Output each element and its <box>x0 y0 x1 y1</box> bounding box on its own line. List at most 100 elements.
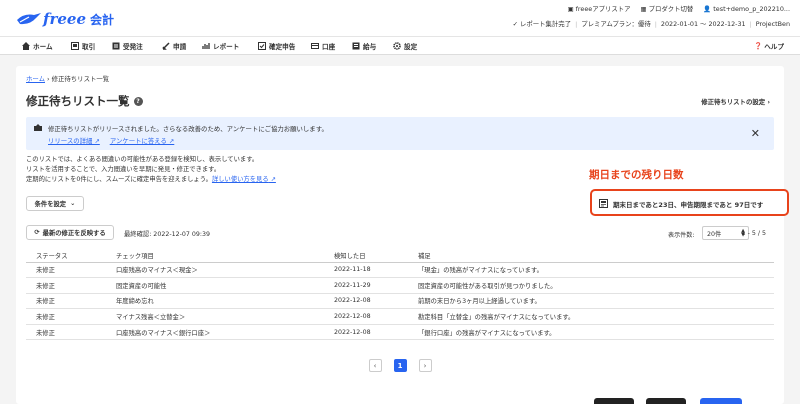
cell-check-item: マイナス残高＜立替金＞ <box>106 308 324 325</box>
table-row[interactable]: 未修正 固定資産の可能性 2022-11-29 固定資産の可能性がある取引が見つ… <box>26 277 774 294</box>
gear-icon <box>393 42 401 50</box>
table-row[interactable]: 未修正 マイナス残高＜立替金＞ 2022-12-08 勘定科目「立替金」の残高が… <box>26 308 774 325</box>
order-icon <box>112 42 120 50</box>
brand-name: freee <box>43 10 86 28</box>
store-icon: ▣ <box>567 4 574 13</box>
cell-detected-date: 2022-11-29 <box>324 277 408 294</box>
company-name[interactable]: ProjectBen <box>756 20 790 28</box>
release-notice: 修正待ちリストがリリースされました。さらなる改善のため、アンケートにご協力お願い… <box>26 117 774 150</box>
release-details-label: リリースの詳細 <box>48 137 93 145</box>
description: このリストでは、よくある間違いの可能性がある登録を検知し、表示しています。 リス… <box>26 155 276 185</box>
reflect-latest-button[interactable]: ⟳ 最新の修正を反映する <box>26 225 114 240</box>
deadline-text: 期末日まであと23日、申告期限まであと 97日です <box>613 201 764 209</box>
cell-note: 前期の末日から3ヶ月以上経過しています。 <box>408 293 774 310</box>
header-note: 補足 <box>408 249 774 263</box>
release-details-link[interactable]: リリースの詳細 ↗ <box>48 136 100 145</box>
table-row[interactable]: 未修正 年度締め忘れ 2022-12-08 前期の末日から3ヶ月以上経過していま… <box>26 293 774 310</box>
description-text: 定期的にリストを0件にし、スムーズに確定申告を迎えましょう。 <box>26 176 212 183</box>
switch-product-link[interactable]: ▦ プロダクト切替 <box>640 4 694 14</box>
cell-status: 未修正 <box>26 324 106 341</box>
cell-status: 未修正 <box>26 308 106 325</box>
table-header-row: ステータス チェック項目 検知した日 補足 <box>26 249 774 263</box>
breadcrumb-home[interactable]: ホーム <box>26 75 45 83</box>
transaction-icon <box>71 42 79 50</box>
nav-item-home[interactable]: ホーム <box>22 41 53 51</box>
separator: | <box>749 19 752 28</box>
freee-logo[interactable]: freee 会計 <box>16 10 114 28</box>
bottom-badge <box>594 398 634 404</box>
survey-link[interactable]: アンケートに答える ↗ <box>110 136 174 145</box>
top-links: ▣ freeeアプリストア ▦ プロダクト切替 👤 test+demo_p_20221… <box>567 4 790 14</box>
nav-label-requests: 申請 <box>173 43 187 51</box>
nav-item-payroll[interactable]: 給与 <box>352 41 376 51</box>
nav-label-orders: 受発注 <box>123 43 143 51</box>
cell-detected-date: 2022-12-08 <box>324 308 408 325</box>
nav-label-tax-return: 確定申告 <box>269 43 296 51</box>
bottom-badge <box>646 398 686 404</box>
nav-item-settings[interactable]: 設定 <box>393 41 417 51</box>
report-status: ✓ レポート集計完了 <box>512 20 572 28</box>
filter-button[interactable]: 条件を設定 ⌄ <box>26 196 84 211</box>
usage-guide-link[interactable]: 詳しい使い方を見る ↗ <box>212 176 276 183</box>
nav-item-orders[interactable]: 受発注 <box>112 41 143 51</box>
chevron-down-icon: ⌄ <box>70 200 76 207</box>
cell-note: 勘定科目「立替金」の残高がマイナスになっています。 <box>408 308 774 325</box>
description-line: リストを活用することで、入力間違いを早期に発見・修正できます。 <box>26 166 221 173</box>
table-row[interactable]: 未修正 口座残高のマイナス＜銀行口座＞ 2022-12-08 「銀行口座」の残高… <box>26 324 774 341</box>
filter-label: 条件を設定 <box>34 201 67 208</box>
cell-detected-date: 2022-12-08 <box>324 293 408 310</box>
table-row[interactable]: 未修正 口座残高のマイナス＜現金＞ 2022-11-18 「現金」の残高がマイナ… <box>26 262 774 279</box>
header-status: ステータス <box>26 249 106 263</box>
report-icon <box>202 43 210 49</box>
settings-link-label: 修正待ちリストの設定 <box>701 98 766 106</box>
notice-links: リリースの詳細 ↗ アンケートに答える ↗ <box>48 136 174 145</box>
nav-label-reports: レポート <box>213 43 240 51</box>
fiscal-period[interactable]: 2022-01-01 ～ 2022-12-31 <box>661 19 746 28</box>
product-name: 会計 <box>90 12 115 27</box>
tax-return-icon <box>258 42 266 50</box>
request-icon <box>162 42 170 50</box>
bird-logo-icon <box>17 13 41 25</box>
page-button-current[interactable]: 1 <box>393 359 407 372</box>
grid-icon: ▦ <box>640 4 647 13</box>
close-icon[interactable]: ✕ <box>751 127 760 140</box>
question-icon[interactable]: ? <box>133 96 143 106</box>
help-label: ヘルプ <box>764 43 784 51</box>
usage-guide-label: 詳しい使い方を見る <box>211 176 269 183</box>
main-nav: ホーム 取引 受発注 申請 レポート 確定申告 口座 給与 設定 ❓ ヘルプ <box>0 36 800 55</box>
bottom-badge <box>700 398 742 404</box>
reflect-label: 最新の修正を反映する <box>42 230 106 237</box>
nav-item-reports[interactable]: レポート <box>202 41 239 51</box>
separator: | <box>575 19 578 28</box>
nav-item-tax-return[interactable]: 確定申告 <box>258 41 295 51</box>
list-settings-link[interactable]: 修正待ちリストの設定 › <box>701 97 770 106</box>
chevron-right-icon: › <box>767 98 770 106</box>
cell-check-item: 固定資産の可能性 <box>106 277 324 294</box>
per-page-label: 表示件数: <box>668 232 695 239</box>
payroll-icon <box>352 42 360 50</box>
app-store-label: freeeアプリストア <box>575 5 631 13</box>
plan-label: プレミアムプラン：優待 <box>581 20 651 28</box>
app-store-link[interactable]: ▣ freeeアプリストア <box>567 4 631 14</box>
cell-check-item: 口座残高のマイナス＜現金＞ <box>106 262 324 279</box>
user-menu[interactable]: 👤 test+demo_p_202210... <box>703 4 790 13</box>
nav-item-transactions[interactable]: 取引 <box>71 41 95 51</box>
announcement-icon <box>34 124 42 131</box>
help-link[interactable]: ❓ ヘルプ <box>754 41 784 51</box>
top-status: ✓ レポート集計完了 | プレミアムプラン：優待 | 2022-01-01 ～ … <box>512 19 790 29</box>
cell-note: 「現金」の残高がマイナスになっています。 <box>408 262 774 279</box>
breadcrumb-current: 修正待ちリスト一覧 <box>51 75 110 83</box>
user-label: test+demo_p_202210... <box>713 4 790 13</box>
nav-item-requests[interactable]: 申請 <box>162 41 186 51</box>
next-page-button[interactable]: › <box>418 359 432 372</box>
nav-item-accounts[interactable]: 口座 <box>311 41 335 51</box>
header-detected-date: 検知した日 <box>324 249 408 263</box>
notice-text: 修正待ちリストがリリースされました。さらなる改善のため、アンケートにご協力お願い… <box>48 125 328 133</box>
cell-check-item: 口座残高のマイナス＜銀行口座＞ <box>106 324 324 341</box>
deadline-box: 期末日まであと23日、申告期限まであと 97日です <box>590 189 789 216</box>
prev-page-button[interactable]: ‹ <box>368 359 382 372</box>
page-title-row: 修正待ちリスト一覧 ? <box>26 93 143 109</box>
correction-table: ステータス チェック項目 検知した日 補足 未修正 口座残高のマイナス＜現金＞ … <box>26 249 774 341</box>
nav-label-accounts: 口座 <box>322 43 336 51</box>
nav-label-payroll: 給与 <box>363 43 377 51</box>
